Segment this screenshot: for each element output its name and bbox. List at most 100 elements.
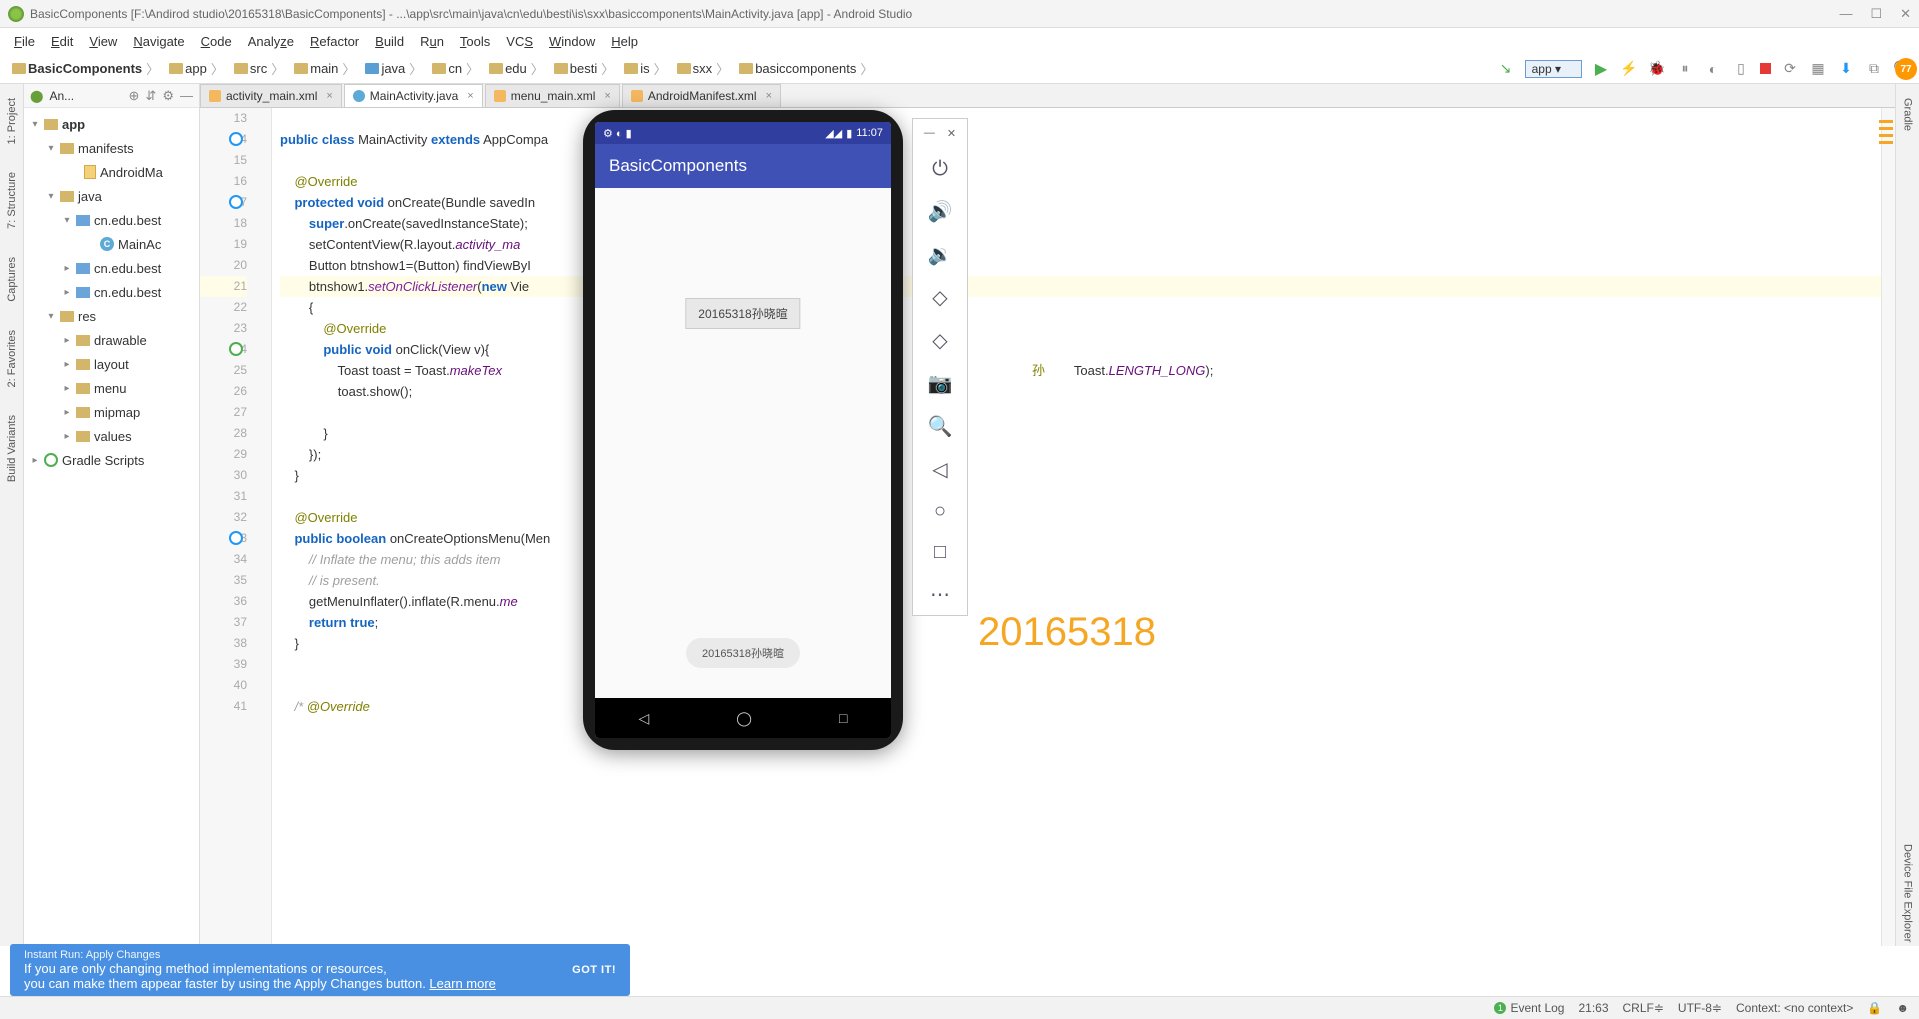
apply-changes-icon[interactable]: ⚡ <box>1620 60 1638 78</box>
learn-more-link[interactable]: Learn more <box>429 976 495 991</box>
close-icon[interactable]: × <box>467 90 473 102</box>
profile-icon[interactable]: ⏸ <box>1676 60 1694 78</box>
tree-values[interactable]: values <box>94 429 132 444</box>
volume-up-icon[interactable]: 🔊 <box>928 199 953 224</box>
sync-icon[interactable]: ⟳ <box>1781 60 1799 78</box>
lock-icon[interactable]: 🔒 <box>1867 1001 1882 1015</box>
crumb-cn[interactable]: cn〉 <box>428 59 485 78</box>
stop-icon[interactable] <box>1760 63 1771 74</box>
menu-code[interactable]: Code <box>195 32 238 51</box>
tree-pkg2[interactable]: cn.edu.best <box>94 261 161 276</box>
rotate-left-icon[interactable]: ◇ <box>932 285 947 310</box>
crumb-root[interactable]: BasicComponents〉 <box>8 59 165 78</box>
tab-favorites[interactable]: 2: Favorites <box>4 326 20 391</box>
sdk-icon[interactable]: ▦ <box>1809 60 1827 78</box>
tree-pkg3[interactable]: cn.edu.best <box>94 285 161 300</box>
crumb-java[interactable]: java〉 <box>361 59 428 78</box>
crumb-package[interactable]: basiccomponents〉 <box>735 59 879 78</box>
crumb-sxx[interactable]: sxx〉 <box>673 59 736 78</box>
attach-icon[interactable]: ◐ <box>1704 60 1722 78</box>
menu-tools[interactable]: Tools <box>454 32 496 51</box>
structure-icon[interactable]: ⧉ <box>1865 60 1883 78</box>
tree-gradle-scripts[interactable]: Gradle Scripts <box>62 453 144 468</box>
menu-analyze[interactable]: Analyze <box>242 32 300 51</box>
tree-res[interactable]: res <box>78 309 96 324</box>
tree-app[interactable]: app <box>62 117 85 132</box>
tab-project[interactable]: 1: Project <box>4 94 20 148</box>
close-icon[interactable]: × <box>326 90 332 102</box>
file-encoding[interactable]: UTF-8≑ <box>1678 1001 1722 1015</box>
got-it-button[interactable]: GOT IT! <box>572 964 616 976</box>
close-icon[interactable]: ✕ <box>1900 6 1911 22</box>
menu-help[interactable]: Help <box>605 32 644 51</box>
overview-icon[interactable]: □ <box>934 541 946 564</box>
target-icon[interactable]: ⊕ <box>129 88 140 104</box>
tab-android-manifest[interactable]: AndroidManifest.xml× <box>622 84 781 107</box>
tab-captures[interactable]: Captures <box>4 253 20 306</box>
line-separator[interactable]: CRLF≑ <box>1623 1001 1664 1015</box>
crumb-src[interactable]: src〉 <box>230 59 290 78</box>
code-content[interactable]: public class MainActivity extends AppCom… <box>272 108 1881 946</box>
run-icon[interactable]: ▶ <box>1592 60 1610 78</box>
back-icon[interactable]: ◁ <box>932 457 947 482</box>
close-icon[interactable]: ✕ <box>947 127 956 140</box>
tree-mainactivity[interactable]: MainAc <box>118 237 161 252</box>
collapse-icon[interactable]: ⇵ <box>145 88 156 104</box>
crumb-app[interactable]: app〉 <box>165 59 230 78</box>
menu-view[interactable]: View <box>83 32 123 51</box>
menu-window[interactable]: Window <box>543 32 601 51</box>
tree-manifests[interactable]: manifests <box>78 141 134 156</box>
recents-icon[interactable]: □ <box>839 710 847 726</box>
tab-gradle[interactable]: Gradle <box>1900 94 1916 135</box>
close-icon[interactable]: × <box>766 90 772 102</box>
crumb-main[interactable]: main〉 <box>290 59 361 78</box>
crumb-edu[interactable]: edu〉 <box>485 59 550 78</box>
menu-edit[interactable]: Edit <box>45 32 79 51</box>
home-icon[interactable]: ○ <box>934 500 946 523</box>
tab-device-file-explorer[interactable]: Device File Explorer <box>1900 840 1916 946</box>
rotate-right-icon[interactable]: ◇ <box>932 328 947 353</box>
gear-icon[interactable]: ⚙ <box>162 88 174 104</box>
home-icon[interactable]: ◯ <box>736 710 752 727</box>
code-editor[interactable]: 1314151617181920212223242526272829303132… <box>200 108 1895 946</box>
crumb-is[interactable]: is〉 <box>620 59 672 78</box>
avd-icon[interactable]: ▯ <box>1732 60 1750 78</box>
menu-file[interactable]: File <box>8 32 41 51</box>
event-log-button[interactable]: 1Event Log <box>1494 1001 1564 1015</box>
tab-structure[interactable]: 7: Structure <box>4 168 20 233</box>
camera-icon[interactable]: 📷 <box>928 371 953 396</box>
tab-mainactivity[interactable]: MainActivity.java× <box>344 84 483 107</box>
emulator-button[interactable]: 20165318孙晓暄 <box>685 298 800 329</box>
power-icon[interactable]: ⏻ <box>932 158 948 181</box>
minimize-icon[interactable]: — <box>924 127 935 140</box>
tab-activity-main[interactable]: activity_main.xml× <box>200 84 342 107</box>
tree-menu[interactable]: menu <box>94 381 127 396</box>
crumb-besti[interactable]: besti〉 <box>550 59 620 78</box>
hide-icon[interactable]: — <box>180 88 193 104</box>
menu-run[interactable]: Run <box>414 32 450 51</box>
project-tree[interactable]: ▾app ▾manifests AndroidMa ▾java ▾cn.edu.… <box>24 108 199 946</box>
tree-pkg1[interactable]: cn.edu.best <box>94 213 161 228</box>
tree-java[interactable]: java <box>78 189 102 204</box>
tree-drawable[interactable]: drawable <box>94 333 147 348</box>
zoom-icon[interactable]: 🔍 <box>928 414 953 439</box>
menu-build[interactable]: Build <box>369 32 410 51</box>
menu-refactor[interactable]: Refactor <box>304 32 365 51</box>
tree-manifest-file[interactable]: AndroidMa <box>100 165 163 180</box>
back-icon[interactable]: ◁ <box>639 710 650 727</box>
maximize-icon[interactable]: ☐ <box>1870 6 1882 22</box>
menu-navigate[interactable]: Navigate <box>127 32 190 51</box>
download-icon[interactable]: ⬇ <box>1837 60 1855 78</box>
tab-build-variants[interactable]: Build Variants <box>4 411 20 486</box>
tree-layout[interactable]: layout <box>94 357 129 372</box>
memory-gauge[interactable]: 77 <box>1895 58 1917 80</box>
run-config-select[interactable]: app ▾ <box>1525 60 1582 78</box>
more-icon[interactable]: ⋯ <box>930 582 950 607</box>
volume-down-icon[interactable]: 🔉 <box>928 242 953 267</box>
context-indicator[interactable]: Context: <no context> <box>1736 1001 1853 1015</box>
make-icon[interactable]: ↘ <box>1497 60 1515 78</box>
inspector-icon[interactable]: ☻ <box>1896 1001 1909 1015</box>
debug-icon[interactable]: 🐞 <box>1648 60 1666 78</box>
tree-mipmap[interactable]: mipmap <box>94 405 140 420</box>
minimize-icon[interactable]: — <box>1839 6 1852 22</box>
